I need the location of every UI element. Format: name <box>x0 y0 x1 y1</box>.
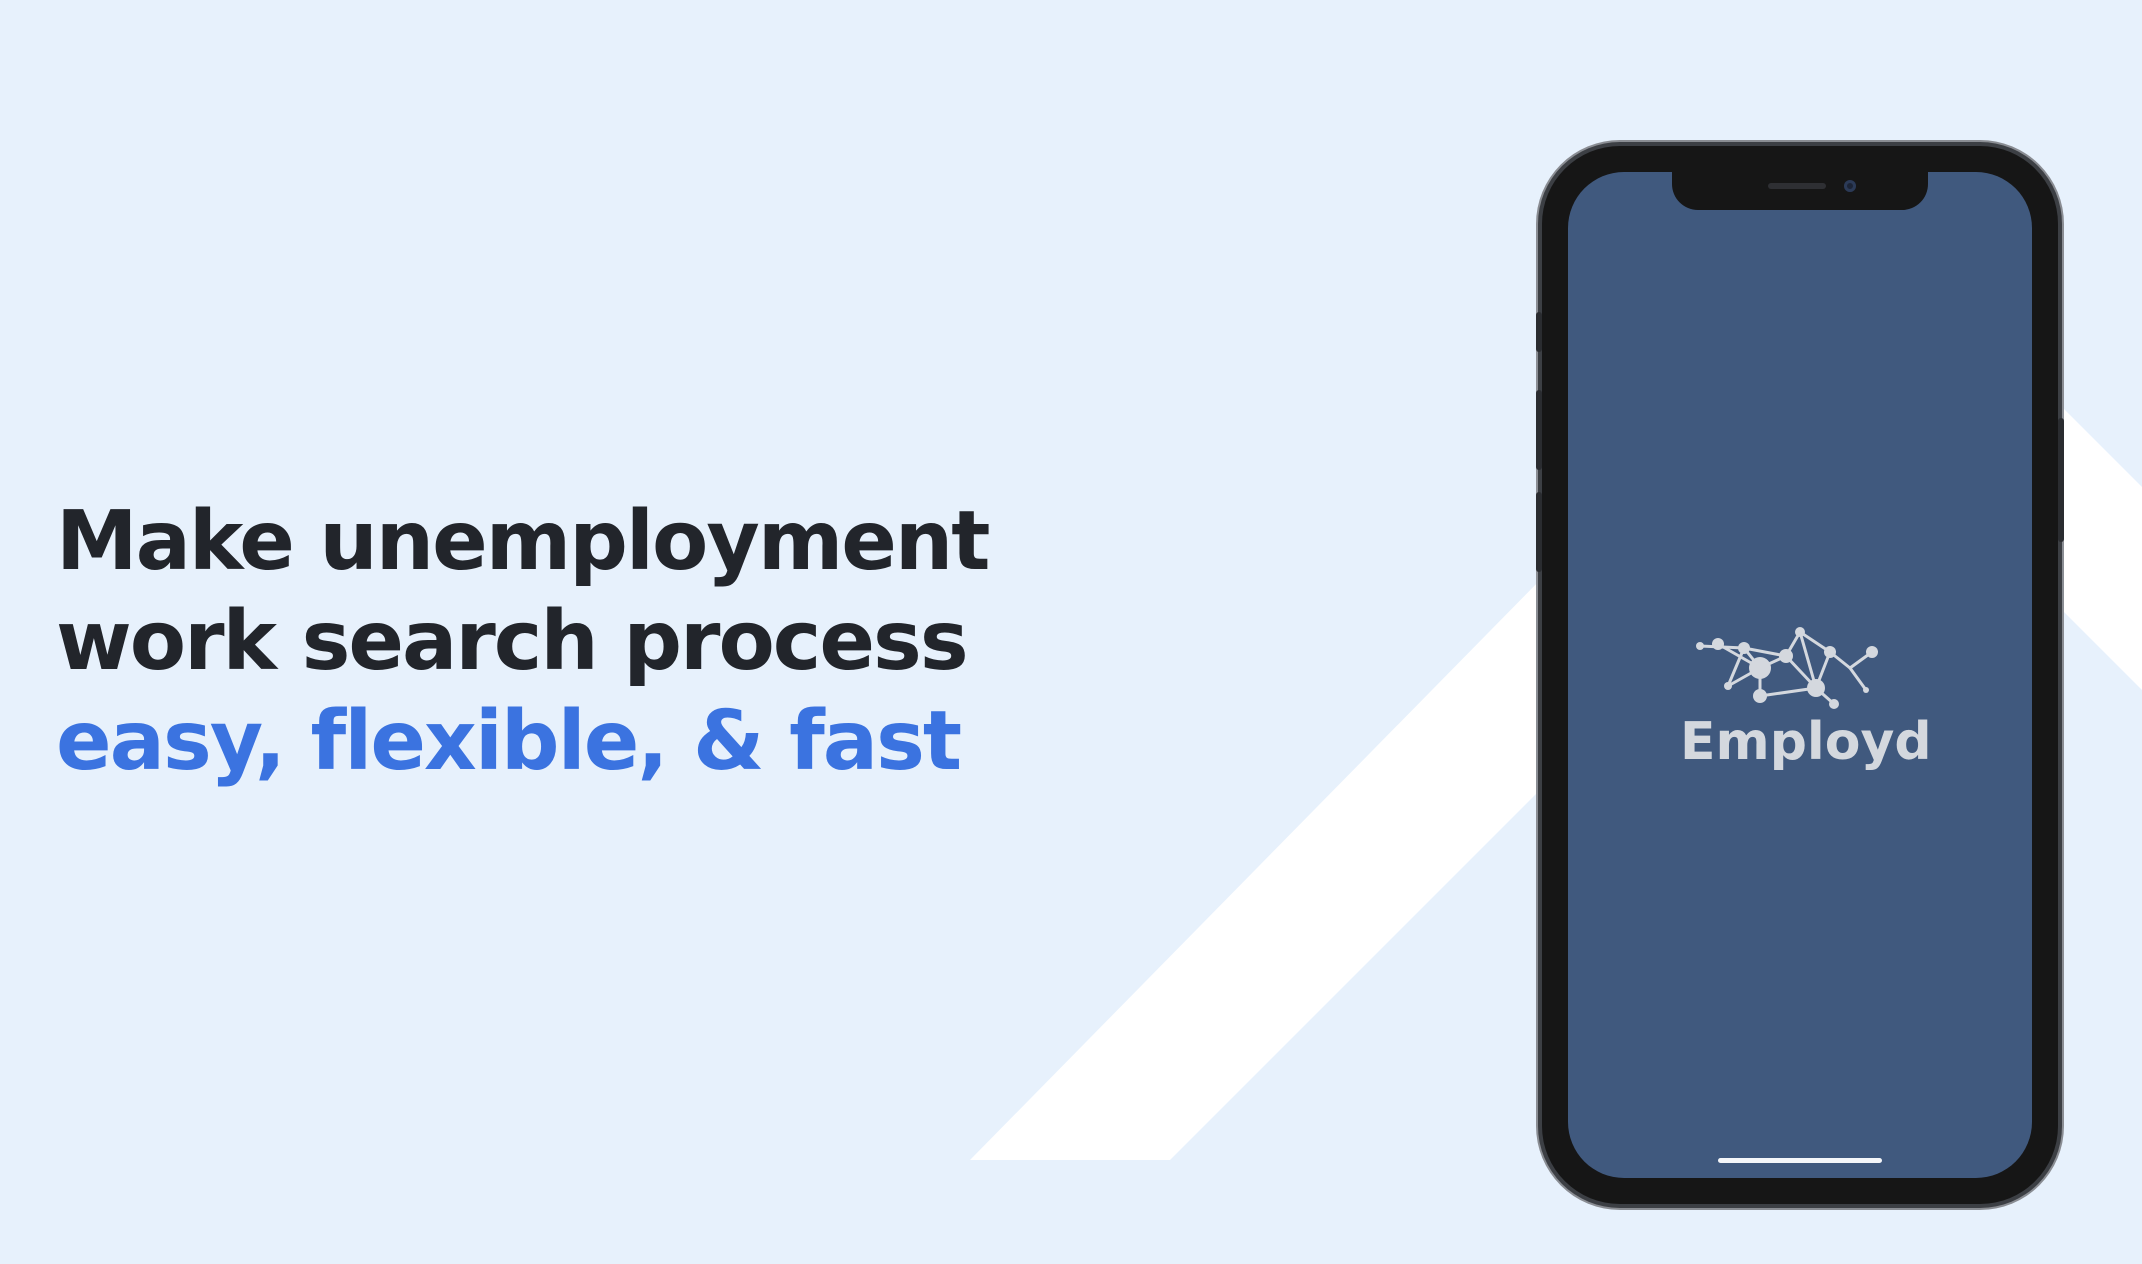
phone-mute-switch <box>1536 312 1542 352</box>
home-indicator <box>1718 1158 1882 1163</box>
phone-volume-down-button <box>1536 492 1542 572</box>
hero-headline: Make unemployment work search process ea… <box>56 492 990 792</box>
phone-power-button <box>2058 418 2064 542</box>
phone-volume-up-button <box>1536 390 1542 470</box>
phone-notch <box>1672 172 1928 210</box>
employd-logo: Employd <box>1680 600 1932 780</box>
phone-screen: Employd <box>1568 172 2032 1178</box>
headline-line-1: Make unemployment <box>56 494 990 589</box>
phone-speaker <box>1768 183 1826 189</box>
phone-mockup: Employd <box>1536 146 2064 1204</box>
brand-name: Employd <box>1680 712 1932 772</box>
headline-accent-line: easy, flexible, & fast <box>56 694 962 789</box>
camera-icon <box>1844 180 1856 192</box>
network-nodes-icon <box>1696 627 1878 709</box>
headline-line-2: work search process <box>56 594 969 689</box>
